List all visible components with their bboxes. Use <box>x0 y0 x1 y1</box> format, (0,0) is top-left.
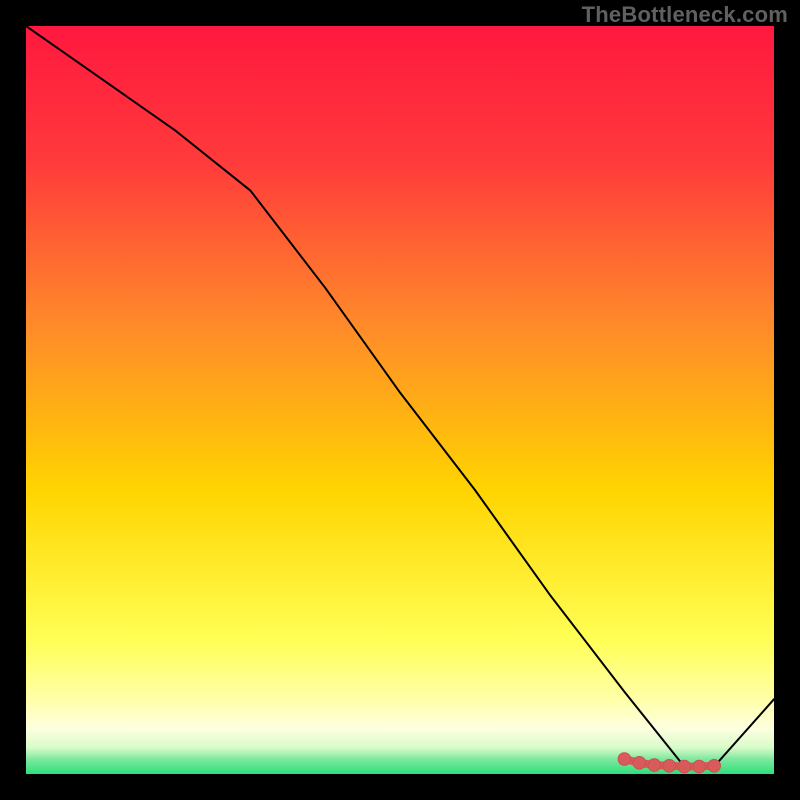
chart-svg <box>26 26 774 774</box>
minimum-band-marker <box>618 753 631 766</box>
minimum-band-marker <box>678 760 691 773</box>
gradient-background <box>26 26 774 774</box>
minimum-band-marker <box>693 760 706 773</box>
chart-frame: TheBottleneck.com <box>0 0 800 800</box>
minimum-band-marker <box>648 759 661 772</box>
minimum-band-marker <box>663 759 676 772</box>
plot-area <box>26 26 774 774</box>
minimum-band-marker <box>633 756 646 769</box>
watermark-text: TheBottleneck.com <box>582 2 788 28</box>
minimum-band-marker <box>708 759 721 772</box>
